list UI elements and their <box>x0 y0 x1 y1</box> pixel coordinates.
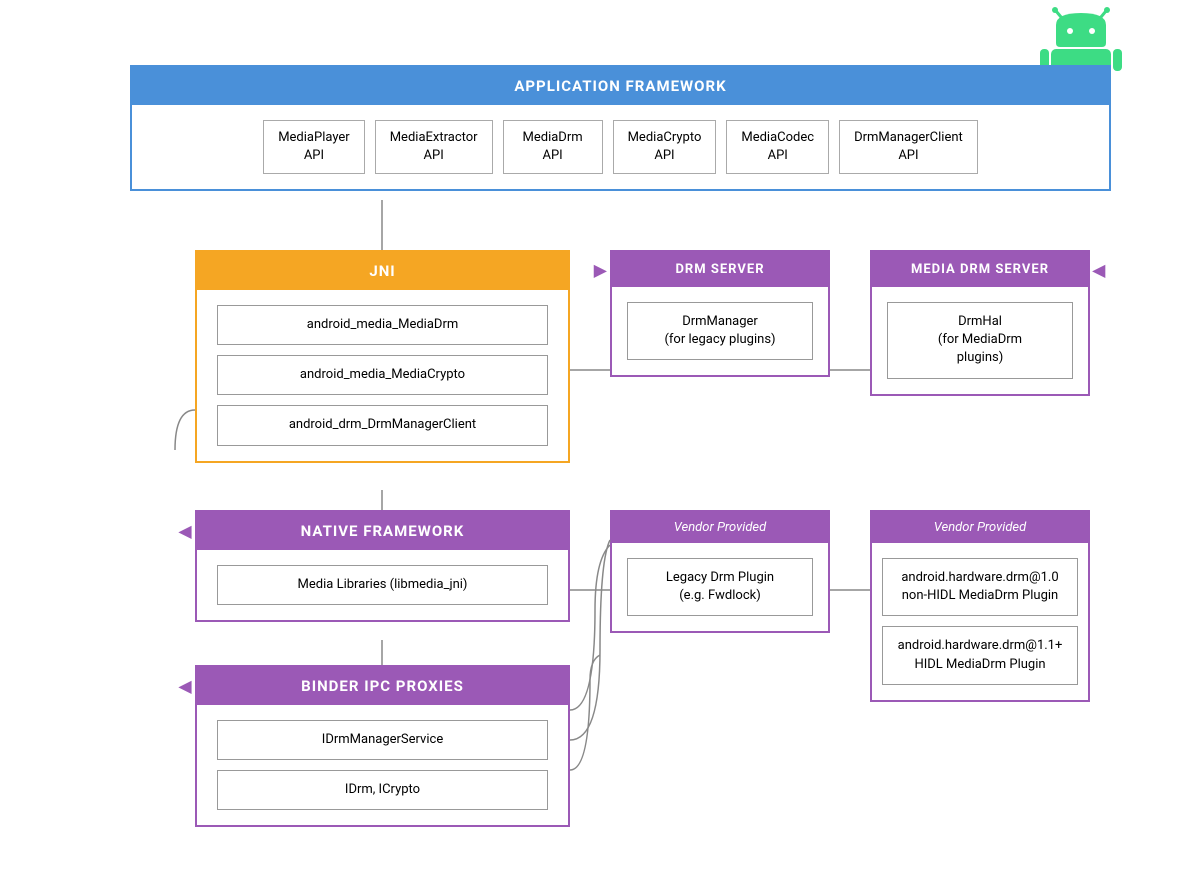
diagram-container: APPLICATION FRAMEWORK MediaPlayerAPI Med… <box>0 0 1191 890</box>
mediadrm-api: MediaDrmAPI <box>503 120 603 174</box>
binder-arrow: ◀ <box>179 677 192 696</box>
jni-header: JNI <box>197 252 568 290</box>
native-framework-header: ◀ NATIVE FRAMEWORK <box>197 512 568 550</box>
binder-header: ◀ BINDER IPC PROXIES <box>197 667 568 705</box>
native-framework-body: Media Libraries (libmedia_jni) <box>197 550 568 620</box>
drmhal-item: DrmHal(for MediaDrmplugins) <box>887 302 1073 379</box>
media-libraries-item: Media Libraries (libmedia_jni) <box>217 565 548 605</box>
hidl-drm-1-0-item: android.hardware.drm@1.0non-HIDL MediaDr… <box>882 558 1078 616</box>
legacy-drm-plugin-item: Legacy Drm Plugin(e.g. Fwdlock) <box>627 558 813 616</box>
app-framework-header: APPLICATION FRAMEWORK <box>132 67 1109 105</box>
mediaplayer-api: MediaPlayerAPI <box>263 120 365 174</box>
media-drm-server-block: ◀ MEDIA DRM SERVER DrmHal(for MediaDrmpl… <box>870 250 1090 396</box>
mediaextractor-api: MediaExtractorAPI <box>375 120 493 174</box>
jni-item-drmManager: android_drm_DrmManagerClient <box>217 405 548 445</box>
idrm-icrypto-item: IDrm, ICrypto <box>217 770 548 810</box>
native-framework-block: ◀ NATIVE FRAMEWORK Media Libraries (libm… <box>195 510 570 622</box>
drm-server-block: ▶ DRM SERVER DrmManager(for legacy plugi… <box>610 250 830 377</box>
hidl-drm-1-1-item: android.hardware.drm@1.1+HIDL MediaDrm P… <box>882 626 1078 684</box>
jni-body: android_media_MediaDrm android_media_Med… <box>197 290 568 461</box>
vendor-legacy-header: Vendor Provided <box>612 512 828 543</box>
mediacodec-api: MediaCodecAPI <box>726 120 829 174</box>
drm-server-header: ▶ DRM SERVER <box>612 252 828 287</box>
jni-item-mediaDrm: android_media_MediaDrm <box>217 305 548 345</box>
vendor-hidl-body: android.hardware.drm@1.0non-HIDL MediaDr… <box>872 543 1088 700</box>
vendor-legacy-body: Legacy Drm Plugin(e.g. Fwdlock) <box>612 543 828 631</box>
native-framework-arrow: ◀ <box>179 522 192 541</box>
binder-body: IDrmManagerService IDrm, ICrypto <box>197 705 568 825</box>
drm-manager-item: DrmManager(for legacy plugins) <box>627 302 813 360</box>
jni-item-mediaCrypto: android_media_MediaCrypto <box>217 355 548 395</box>
media-drm-server-body: DrmHal(for MediaDrmplugins) <box>872 287 1088 394</box>
vendor-hidl-block: Vendor Provided android.hardware.drm@1.0… <box>870 510 1090 702</box>
drm-server-body: DrmManager(for legacy plugins) <box>612 287 828 375</box>
mediacrypto-api: MediaCryptoAPI <box>613 120 717 174</box>
binder-block: ◀ BINDER IPC PROXIES IDrmManagerService … <box>195 665 570 827</box>
jni-block: JNI android_media_MediaDrm android_media… <box>195 250 570 463</box>
idrm-manager-service-item: IDrmManagerService <box>217 720 548 760</box>
app-framework-block: APPLICATION FRAMEWORK MediaPlayerAPI Med… <box>130 65 1111 191</box>
media-drm-server-arrow: ◀ <box>1093 260 1106 279</box>
drmmanagerclient-api: DrmManagerClientAPI <box>839 120 978 174</box>
drm-server-arrow: ▶ <box>594 260 607 279</box>
media-drm-server-header: ◀ MEDIA DRM SERVER <box>872 252 1088 287</box>
vendor-legacy-block: Vendor Provided Legacy Drm Plugin(e.g. F… <box>610 510 830 633</box>
app-framework-body: MediaPlayerAPI MediaExtractorAPI MediaDr… <box>132 105 1109 189</box>
vendor-hidl-header: Vendor Provided <box>872 512 1088 543</box>
